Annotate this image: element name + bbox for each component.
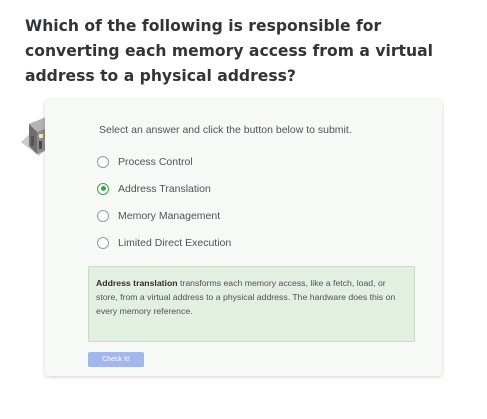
radio-button-selected[interactable] [97, 182, 109, 195]
answer-option-label: Process Control [118, 155, 193, 168]
answer-option-process-control[interactable]: Process Control [97, 148, 231, 175]
answer-options: Process Control Address Translation Memo… [97, 148, 231, 256]
answer-option-label: Limited Direct Execution [118, 236, 232, 249]
answer-option-label: Address Translation [118, 182, 211, 195]
feedback-term: Address translation [96, 278, 178, 288]
radio-button[interactable] [97, 155, 109, 168]
radio-button[interactable] [97, 236, 109, 249]
question-text: Which of the following is responsible fo… [25, 17, 433, 85]
radio-button[interactable] [97, 209, 109, 222]
answer-option-memory-management[interactable]: Memory Management [97, 202, 231, 229]
quiz-card: Select an answer and click the button be… [45, 100, 442, 376]
answer-option-label: Memory Management [118, 209, 221, 222]
check-it-button[interactable]: Check It! [88, 352, 144, 367]
answer-feedback: Address translation transforms each memo… [88, 266, 415, 342]
answer-option-address-translation[interactable]: Address Translation [97, 175, 231, 202]
answer-option-limited-direct-execution[interactable]: Limited Direct Execution [97, 229, 231, 256]
quiz-instruction: Select an answer and click the button be… [99, 124, 352, 136]
